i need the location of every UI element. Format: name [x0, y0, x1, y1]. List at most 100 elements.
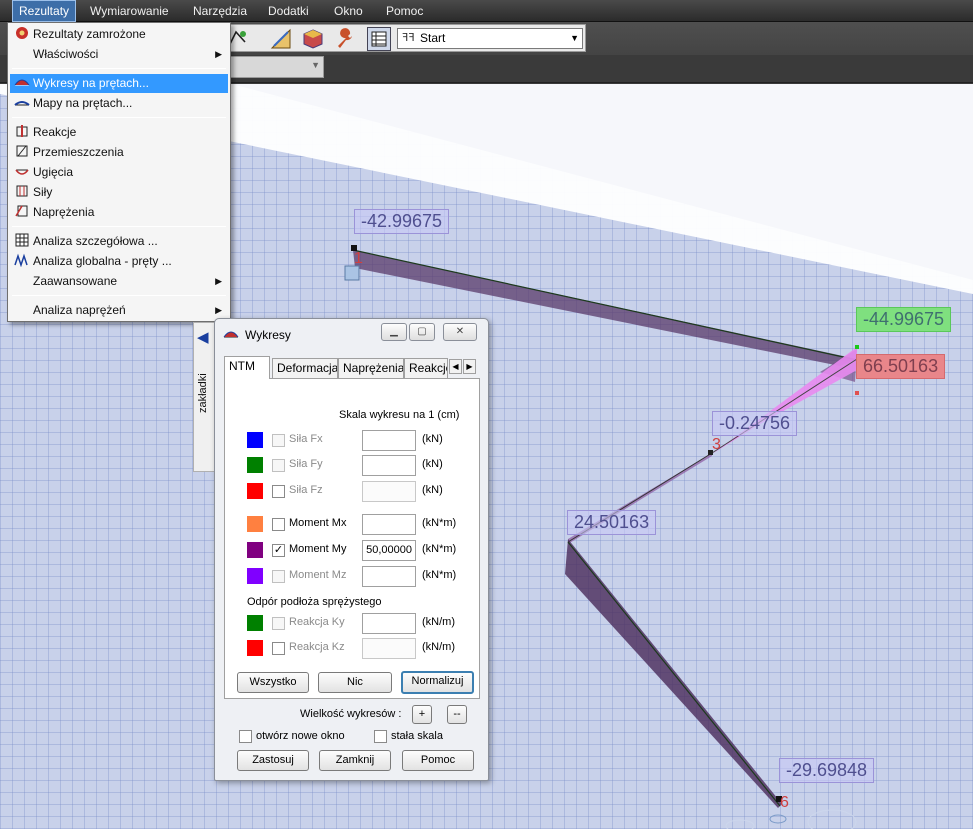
menu-item-stress-analysis[interactable]: Analiza naprężeń ▶ — [10, 301, 228, 320]
menu-item-deflections[interactable]: Ugięcia — [10, 163, 228, 182]
tab-stresses[interactable]: Naprężenia — [338, 358, 404, 378]
menu-item-stresses[interactable]: Naprężenia — [10, 203, 228, 222]
menu-separator — [12, 68, 226, 69]
menu-separator — [12, 226, 226, 227]
menu-item-advanced[interactable]: Zaawansowane ▶ — [10, 272, 228, 291]
moment-mx-checkbox[interactable] — [272, 518, 285, 531]
wrench-icon[interactable] — [333, 27, 357, 51]
moment-my-scale-input[interactable]: 50,00000 — [362, 540, 416, 561]
value-label-red: 66.50163 — [856, 354, 946, 379]
apply-button[interactable]: Zastosuj — [237, 750, 309, 771]
color-swatch[interactable] — [247, 457, 263, 473]
cube-icon[interactable] — [301, 27, 325, 51]
force-fx-label: Siła Fx — [289, 433, 323, 445]
case-icon: ꟻꟻ — [402, 32, 415, 44]
menu-item-properties[interactable]: Właściwości ▶ — [10, 45, 228, 64]
menu-item-bar-diagrams[interactable]: Wykresy na prętach... — [10, 74, 228, 93]
reaction-ky-scale-input[interactable] — [362, 613, 416, 634]
menu-item-bar-maps[interactable]: Mapy na prętach... — [10, 94, 228, 113]
row-moment-my: ✓ Moment My 50,00000 (kN*m) — [247, 540, 477, 561]
unit-label: (kN) — [422, 484, 443, 496]
color-swatch[interactable] — [247, 542, 263, 558]
menu-item-frozen-results[interactable]: Rezultaty zamrożone — [10, 25, 228, 44]
select-all-button[interactable]: Wszystko — [237, 672, 309, 693]
color-swatch[interactable] — [247, 483, 263, 499]
moment-mx-scale-input[interactable] — [362, 514, 416, 535]
table-icon[interactable] — [367, 27, 391, 51]
row-moment-mz: Moment Mz (kN*m) — [247, 566, 477, 587]
menu-item-detailed-analysis[interactable]: Analiza szczegółowa ... — [10, 232, 228, 251]
menu-item-global-analysis[interactable]: Analiza globalna - pręty ... — [10, 252, 228, 271]
menu-item-displacements[interactable]: Przemieszczenia — [10, 143, 228, 162]
force-fz-label: Siła Fz — [289, 484, 323, 496]
chevron-down-icon: ▼ — [570, 33, 579, 43]
menu-wymiarowanie[interactable]: Wymiarowanie — [84, 0, 175, 22]
detailed-analysis-icon — [13, 233, 30, 250]
deflections-icon — [13, 164, 30, 181]
menu-rezultaty[interactable]: Rezultaty — [12, 0, 77, 22]
close-dialog-button[interactable]: Zamknij — [319, 750, 391, 771]
diagram-icon — [223, 327, 239, 347]
size-decrease-button[interactable]: -- — [447, 705, 467, 724]
reaction-ky-checkbox[interactable] — [272, 617, 285, 630]
submenu-arrow-icon: ▶ — [215, 276, 222, 286]
moment-mz-label: Moment Mz — [289, 569, 347, 581]
row-force-fx: Siła Fx (kN) — [247, 430, 477, 451]
force-fy-label: Siła Fy — [289, 458, 323, 470]
color-swatch[interactable] — [247, 516, 263, 532]
row-force-fy: Siła Fy (kN) — [247, 455, 477, 476]
tab-scroll-left-icon[interactable]: ◀ — [449, 359, 462, 374]
color-swatch[interactable] — [247, 568, 263, 584]
select-none-button[interactable]: Nic — [318, 672, 392, 693]
menu-item-forces[interactable]: Siły — [10, 183, 228, 202]
bookmarks-label: zakładki — [197, 373, 209, 413]
force-fx-checkbox[interactable] — [272, 434, 285, 447]
reaction-kz-scale-input[interactable] — [362, 638, 416, 659]
node-number: 1 — [354, 250, 363, 267]
reaction-kz-checkbox[interactable] — [272, 642, 285, 655]
moment-my-label: Moment My — [289, 543, 347, 555]
color-swatch[interactable] — [247, 640, 263, 656]
secondary-combo[interactable]: ▼ — [222, 56, 324, 78]
checkmark-icon: ✓ — [273, 544, 284, 556]
maximize-button[interactable]: ▢ — [409, 323, 435, 341]
ntm-panel: Skala wykresu na 1 (cm) Siła Fx (kN) Sił… — [224, 378, 480, 699]
tab-ntm[interactable]: NTM — [224, 356, 270, 379]
moment-mz-scale-input[interactable] — [362, 566, 416, 587]
unit-label: (kN*m) — [422, 569, 457, 581]
menu-okno[interactable]: Okno — [328, 0, 369, 22]
diagram-size-label: Wielkość wykresów : — [300, 708, 402, 720]
force-fy-checkbox[interactable] — [272, 459, 285, 472]
menu-dodatki[interactable]: Dodatki — [262, 0, 315, 22]
tab-deformation[interactable]: Deformacja — [272, 358, 338, 378]
color-swatch[interactable] — [247, 432, 263, 448]
reactions-icon — [13, 124, 30, 141]
color-swatch[interactable] — [247, 615, 263, 631]
menu-item-reactions[interactable]: Reakcje — [10, 123, 228, 142]
unit-label: (kN*m) — [422, 543, 457, 555]
case-combo[interactable]: ꟻꟻ Start ▼ — [397, 28, 583, 49]
moment-my-checkbox[interactable]: ✓ — [272, 544, 285, 557]
toolbar-icon-group: ꟻꟻ Start ▼ — [222, 24, 586, 52]
moment-mz-checkbox[interactable] — [272, 570, 285, 583]
tab-reactions[interactable]: Reakcje — [404, 358, 448, 378]
node-number: 3 — [712, 436, 721, 453]
fixed-scale-checkbox[interactable] — [374, 730, 387, 743]
tab-scroll-right-icon[interactable]: ▶ — [463, 359, 476, 374]
open-new-window-checkbox[interactable] — [239, 730, 252, 743]
force-fx-scale-input[interactable] — [362, 430, 416, 451]
force-fz-checkbox[interactable] — [272, 485, 285, 498]
minimize-button[interactable]: ▁ — [381, 323, 407, 341]
arrow-left-icon[interactable]: ◀ — [197, 328, 209, 346]
measure-icon[interactable] — [269, 27, 293, 51]
size-increase-button[interactable]: + — [412, 705, 432, 724]
help-button[interactable]: Pomoc — [402, 750, 474, 771]
force-fy-scale-input[interactable] — [362, 455, 416, 476]
case-combo-value: Start — [420, 31, 446, 45]
menu-pomoc[interactable]: Pomoc — [380, 0, 429, 22]
force-fz-scale-input[interactable] — [362, 481, 416, 502]
normalize-button[interactable]: Normalizuj — [401, 671, 474, 694]
submenu-arrow-icon: ▶ — [215, 49, 222, 59]
close-button[interactable]: ✕ — [443, 323, 477, 341]
menu-narzedzia[interactable]: Narzędzia — [187, 0, 253, 22]
